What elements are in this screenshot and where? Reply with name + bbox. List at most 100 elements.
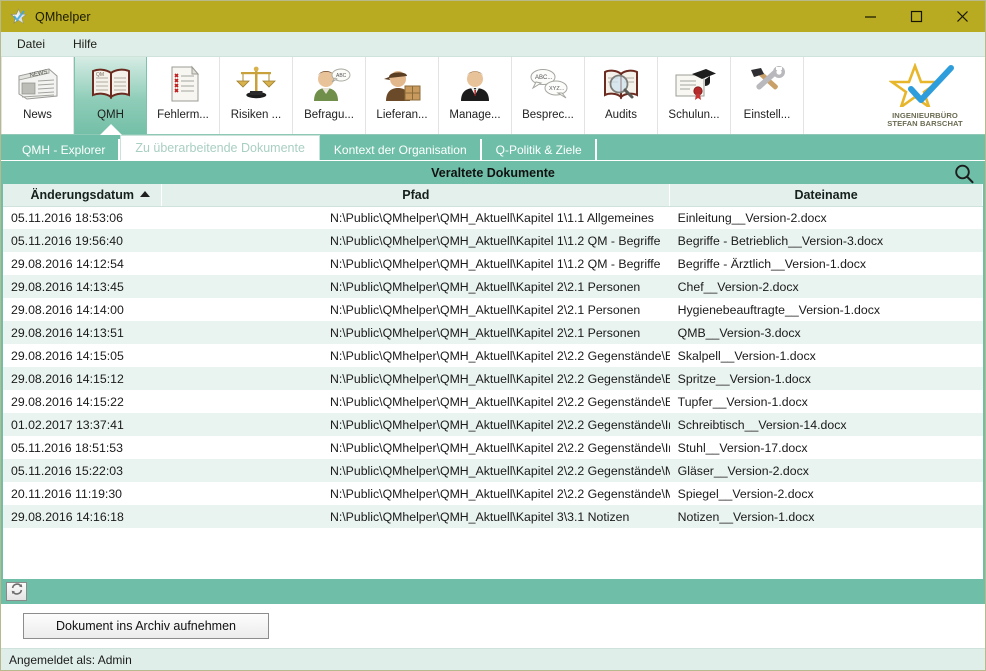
cell-pfad: N:\Public\QMhelper\QMH_Aktuell\Kapitel 2… — [162, 298, 670, 321]
toolbar-button-fehlermeldungen[interactable]: Fehlerm... — [147, 57, 220, 134]
cell-aenderungsdatum: 29.08.2016 14:15:12 — [3, 367, 162, 390]
documents-grid[interactable]: Änderungsdatum Pfad Dateiname 05.11.2016… — [1, 184, 985, 579]
column-header-pfad[interactable]: Pfad — [162, 184, 670, 206]
cell-aenderungsdatum: 29.08.2016 14:12:54 — [3, 252, 162, 275]
cell-aenderungsdatum: 29.08.2016 14:15:05 — [3, 344, 162, 367]
table-row[interactable]: 05.11.2016 18:51:53N:\Public\QMhelper\QM… — [3, 436, 983, 459]
toolbar-button-label: Audits — [605, 109, 637, 121]
window-title: QMhelper — [35, 10, 91, 24]
panel-header: Veraltete Dokumente — [1, 160, 985, 184]
title-bar: QMhelper — [1, 1, 985, 32]
cell-aenderungsdatum: 20.11.2016 11:19:30 — [3, 482, 162, 505]
table-body: 05.11.2016 18:53:06N:\Public\QMhelper\QM… — [3, 206, 983, 528]
tab-qmh-explorer[interactable]: QMH - Explorer — [8, 139, 120, 160]
main-toolbar: NEWS News — [1, 57, 985, 135]
cell-pfad: N:\Public\QMhelper\QMH_Aktuell\Kapitel 2… — [162, 436, 670, 459]
table-row[interactable]: 05.11.2016 15:22:03 N:\Public\QMhelper\QM… — [3, 459, 983, 482]
cell-dateiname: Spiegel__Version-2.docx — [670, 482, 983, 505]
toolbar-button-einstellungen[interactable]: Einstell... — [731, 57, 804, 134]
column-header-aenderungsdatum[interactable]: Änderungsdatum — [3, 184, 162, 206]
cell-dateiname: Tupfer__Version-1.docx — [670, 390, 983, 413]
table-row[interactable]: 29.08.2016 14:15:22N:\Public\QMhelper\QM… — [3, 390, 983, 413]
cell-dateiname: Einleitung__Version-2.docx — [670, 206, 983, 229]
cell-pfad-text: N:\Public\QMhelper\QMH_Aktuell\Kapitel 2… — [170, 372, 670, 386]
cell-dateiname: Notizen__Version-1.docx — [670, 505, 983, 528]
grid-empty-area[interactable] — [3, 528, 983, 579]
table-row[interactable]: 05.11.2016 19:56:40N:\Public\QMhelper\QM… — [3, 229, 983, 252]
logo-line-2: STEFAN BARSCHAT — [887, 120, 963, 129]
sort-ascending-icon — [140, 191, 150, 197]
cell-pfad: N:\Public\QMhelper\QMH_Aktuell\Kapitel 2… — [162, 275, 670, 298]
close-button[interactable] — [939, 1, 985, 32]
toolbar-button-label: Besprec... — [522, 109, 574, 121]
cell-pfad-text: N:\Public\QMhelper\QMH_Aktuell\Kapitel 2… — [170, 464, 670, 478]
scales-icon — [233, 61, 279, 107]
tab-zu-ueberarbeitende-dokumente[interactable]: Zu überarbeitende Dokumente — [120, 135, 320, 160]
cell-pfad-text: N:\Public\QMhelper\QMH_Aktuell\Kapitel 2… — [170, 280, 640, 294]
cell-pfad: N:\Public\QMhelper\QMH_Aktuell\Kapitel 2… — [162, 344, 670, 367]
toolbar-button-schulungen[interactable]: Schulun... — [658, 57, 731, 134]
maximize-button[interactable] — [893, 1, 939, 32]
page-title: Veraltete Dokumente — [431, 166, 555, 180]
table-row[interactable]: 05.11.2016 18:53:06N:\Public\QMhelper\QM… — [3, 206, 983, 229]
cell-dateiname: Skalpell__Version-1.docx — [670, 344, 983, 367]
menu-item-hilfe[interactable]: Hilfe — [71, 35, 99, 53]
cell-aenderungsdatum: 29.08.2016 14:13:45 — [3, 275, 162, 298]
cell-aenderungsdatum: 29.08.2016 14:14:00 — [3, 298, 162, 321]
documents-table: Änderungsdatum Pfad Dateiname 05.11.2016… — [3, 184, 983, 528]
table-row[interactable]: 29.08.2016 14:15:05N:\Public\QMhelper\QM… — [3, 344, 983, 367]
svg-text:ABC...: ABC... — [535, 75, 553, 81]
toolbar-button-news[interactable]: NEWS News — [1, 57, 74, 134]
menu-bar: Datei Hilfe — [1, 32, 985, 57]
table-row[interactable]: 01.02.2017 13:37:41N:\Public\QMhelper\QM… — [3, 413, 983, 436]
cell-pfad-text: N:\Public\QMhelper\QMH_Aktuell\Kapitel 2… — [170, 395, 670, 409]
table-row[interactable]: 29.08.2016 14:12:54N:\Public\QMhelper\QM… — [3, 252, 983, 275]
toolbar-button-besprechungen[interactable]: ABC... XYZ... Besprec... — [512, 57, 585, 134]
toolbar-button-audits[interactable]: Audits — [585, 57, 658, 134]
tab-kontext-der-organisation[interactable]: Kontext der Organisation — [320, 139, 482, 160]
svg-text:QM: QM — [96, 72, 104, 78]
cell-pfad: N:\Public\QMhelper\QMH_Aktuell\Kapitel 2… — [162, 482, 670, 505]
cell-pfad: N:\Public\QMhelper\QMH_Aktuell\Kapitel 2… — [162, 321, 670, 344]
person-speech-icon: ABC — [306, 61, 352, 107]
action-bar: Dokument ins Archiv aufnehmen — [1, 604, 985, 648]
cell-aenderungsdatum: 05.11.2016 15:22:03 — [3, 459, 162, 482]
table-row[interactable]: 29.08.2016 14:16:18N:\Public\QMhelper\QM… — [3, 505, 983, 528]
speech-bubbles-icon: ABC... XYZ... — [525, 61, 571, 107]
table-row[interactable]: 29.08.2016 14:15:12 N:\Public\QMhelper\QM… — [3, 367, 983, 390]
cell-dateiname: Schreibtisch__Version-14.docx — [670, 413, 983, 436]
cell-pfad: N:\Public\QMhelper\QMH_Aktuell\Kapitel 3… — [162, 505, 670, 528]
svg-text:XYZ...: XYZ... — [549, 86, 565, 92]
toolbar-button-qmh[interactable]: QM QMH — [74, 57, 147, 134]
table-row[interactable]: 20.11.2016 11:19:30N:\Public\QMhelper\QM… — [3, 482, 983, 505]
toolbar-button-risiken[interactable]: Risiken ... — [220, 57, 293, 134]
cell-pfad: N:\Public\QMhelper\QMH_Aktuell\Kapitel 2… — [162, 367, 670, 390]
cell-aenderungsdatum: 05.11.2016 18:51:53 — [3, 436, 162, 459]
toolbar-button-label: Befragu... — [304, 109, 354, 121]
document-checklist-icon — [160, 61, 206, 107]
businessman-icon — [452, 61, 498, 107]
table-row[interactable]: 29.08.2016 14:13:45 N:\Public\QMhelper\QM… — [3, 275, 983, 298]
cell-pfad: N:\Public\QMhelper\QMH_Aktuell\Kapitel 1… — [162, 229, 670, 252]
refresh-button[interactable] — [6, 582, 27, 601]
cell-dateiname: Begriffe - Ärztlich__Version-1.docx — [670, 252, 983, 275]
column-header-label: Pfad — [402, 188, 429, 202]
toolbar-button-management[interactable]: Manage... — [439, 57, 512, 134]
menu-item-datei[interactable]: Datei — [15, 35, 47, 53]
toolbar-button-lieferanten[interactable]: Lieferan... — [366, 57, 439, 134]
toolbar-button-label: Manage... — [449, 109, 500, 121]
minimize-button[interactable] — [847, 1, 893, 32]
toolbar-spacer — [804, 57, 865, 134]
tab-strip: QMH - Explorer Zu überarbeitende Dokumen… — [1, 135, 985, 160]
status-bar: Angemeldet als: Admin — [1, 648, 985, 670]
column-header-label: Änderungsdatum — [30, 188, 133, 202]
tab-q-politik-ziele[interactable]: Q-Politik & Ziele — [482, 139, 597, 160]
archive-document-button[interactable]: Dokument ins Archiv aufnehmen — [23, 613, 269, 639]
star-check-logo — [889, 63, 961, 112]
book-magnifier-icon — [598, 61, 644, 107]
hammer-wrench-icon — [744, 61, 790, 107]
column-header-dateiname[interactable]: Dateiname — [670, 184, 983, 206]
toolbar-button-befragungen[interactable]: ABC Befragu... — [293, 57, 366, 134]
table-row[interactable]: 29.08.2016 14:14:00N:\Public\QMhelper\QM… — [3, 298, 983, 321]
table-row[interactable]: 29.08.2016 14:13:51N:\Public\QMhelper\QM… — [3, 321, 983, 344]
